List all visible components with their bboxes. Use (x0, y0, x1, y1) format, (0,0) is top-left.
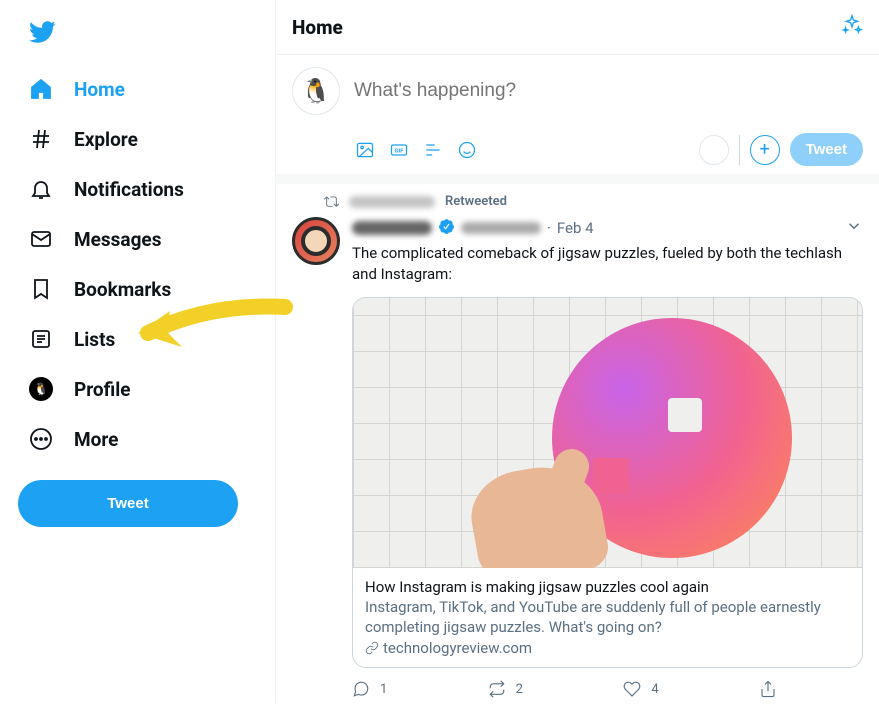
retweet-button[interactable]: 2 (488, 680, 523, 698)
retweeter-name-blurred (349, 196, 435, 208)
separator: · (547, 219, 551, 237)
author-avatar[interactable] (292, 217, 340, 265)
sidebar-item-label: Bookmarks (74, 278, 171, 301)
hash-icon (28, 126, 54, 152)
card-image (353, 298, 862, 568)
tweet-button[interactable]: Tweet (18, 480, 238, 527)
sidebar-item-label: Messages (74, 228, 161, 251)
card-title: How Instagram is making jigsaw puzzles c… (365, 578, 850, 596)
sidebar-item-label: Home (74, 78, 125, 101)
compose-tweet-button[interactable]: Tweet (790, 133, 863, 166)
sidebar-item-label: Notifications (74, 178, 184, 201)
profile-avatar-icon: 🐧 (28, 376, 54, 402)
poll-icon[interactable] (422, 139, 444, 161)
more-icon (28, 426, 54, 452)
list-icon (28, 326, 54, 352)
author-handle-blurred (461, 222, 541, 234)
sidebar-item-explore[interactable]: Explore (18, 114, 257, 164)
verified-icon (438, 218, 455, 239)
retweet-indicator: Retweeted (276, 184, 879, 213)
share-button[interactable] (759, 680, 777, 698)
sidebar-item-notifications[interactable]: Notifications (18, 164, 257, 214)
reply-count: 1 (380, 682, 387, 697)
tweet-text: The complicated comeback of jigsaw puzzl… (352, 243, 863, 285)
bell-icon (28, 176, 54, 202)
retweet-count: 2 (516, 682, 523, 697)
sidebar-item-bookmarks[interactable]: Bookmarks (18, 264, 257, 314)
add-tweet-button[interactable]: + (750, 135, 780, 165)
card-description: Instagram, TikTok, and YouTube are sudde… (365, 598, 850, 637)
svg-text:GIF: GIF (395, 148, 405, 154)
tweet-date: Feb 4 (557, 219, 594, 237)
sidebar-item-label: More (74, 428, 118, 451)
emoji-icon[interactable] (456, 139, 478, 161)
sidebar-item-label: Explore (74, 128, 138, 151)
sidebar-item-profile[interactable]: 🐧 Profile (18, 364, 257, 414)
author-name-blurred (352, 221, 432, 235)
progress-circle (699, 135, 729, 165)
like-button[interactable]: 4 (623, 680, 658, 698)
reply-button[interactable]: 1 (352, 680, 387, 698)
sparkle-icon[interactable] (841, 14, 863, 40)
image-icon[interactable] (354, 139, 376, 161)
page-title: Home (292, 16, 343, 39)
bookmark-icon (28, 276, 54, 302)
home-icon (28, 76, 54, 102)
sidebar-item-label: Lists (74, 328, 115, 351)
link-icon (365, 641, 379, 655)
like-count: 4 (651, 682, 658, 697)
sidebar-item-messages[interactable]: Messages (18, 214, 257, 264)
sidebar-item-lists[interactable]: Lists (18, 314, 257, 364)
gif-icon[interactable]: GIF (388, 139, 410, 161)
tweet-menu-icon[interactable] (845, 217, 863, 239)
compose-input[interactable] (354, 80, 863, 102)
tweet[interactable]: · Feb 4 The complicated comeback of jigs… (276, 213, 879, 714)
sidebar-item-more[interactable]: More (18, 414, 257, 464)
sidebar-item-label: Profile (74, 378, 131, 401)
link-card[interactable]: How Instagram is making jigsaw puzzles c… (352, 297, 863, 668)
retweet-label: Retweeted (445, 194, 507, 209)
sidebar-item-home[interactable]: Home (18, 64, 257, 114)
compose-avatar: 🐧 (292, 67, 340, 115)
divider (739, 135, 740, 165)
card-domain: technologyreview.com (365, 639, 850, 657)
twitter-logo[interactable] (18, 8, 257, 60)
mail-icon (28, 226, 54, 252)
